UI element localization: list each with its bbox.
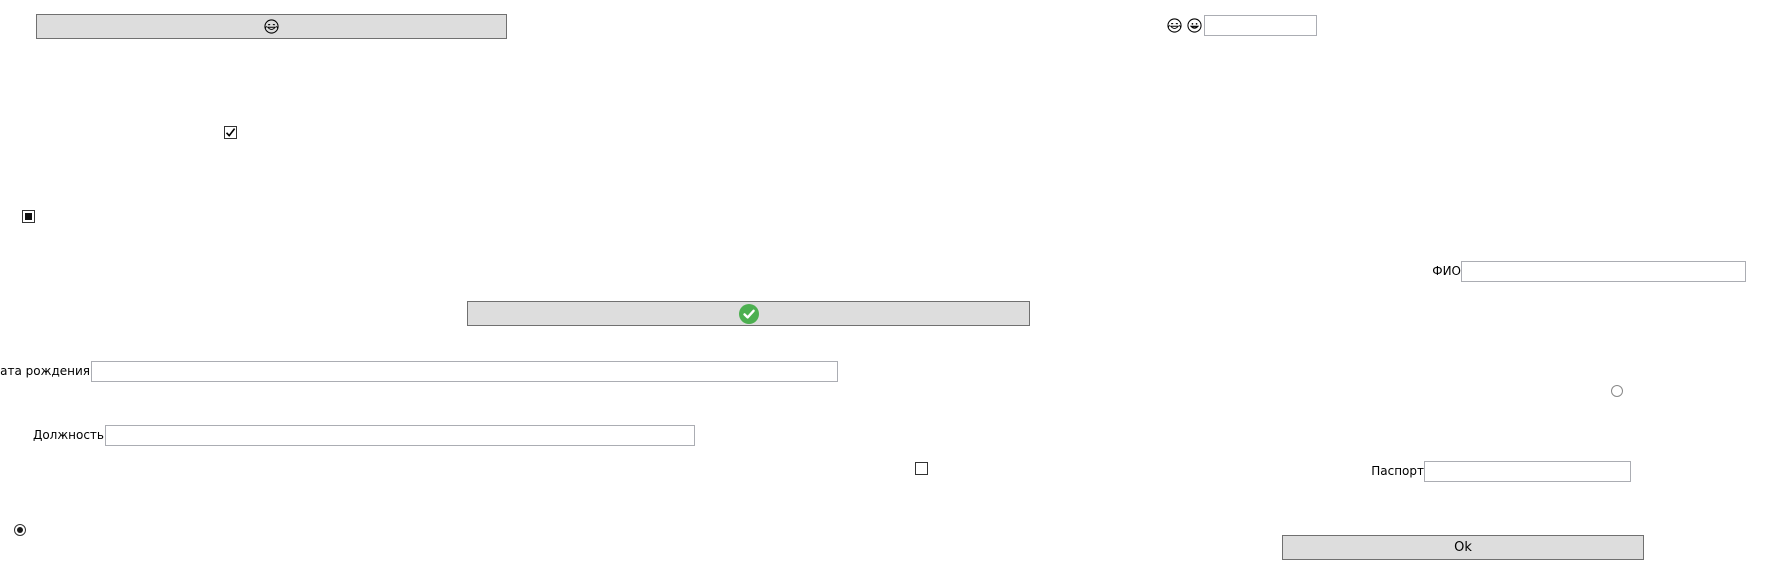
birth-date-field[interactable]	[91, 361, 838, 382]
grinning-face-with-tears-icon	[1167, 18, 1182, 33]
checkbox-indeterminate[interactable]	[22, 210, 35, 223]
fio-label: ФИО	[1432, 264, 1461, 278]
green-check-circle-icon	[738, 303, 759, 324]
passport-label: Паспорт	[1371, 464, 1424, 478]
checkmark-icon	[225, 128, 236, 137]
position-label: Должность	[32, 428, 104, 442]
confirm-button[interactable]	[467, 301, 1030, 326]
radio-dot	[17, 527, 23, 533]
birth-date-label: Дата рождения	[0, 364, 90, 378]
app-window: ФИО Дата рождения Должность Паспорт Ok	[0, 0, 1785, 568]
radio-selected[interactable]	[14, 524, 26, 536]
emoji-button[interactable]	[36, 14, 507, 39]
grinning-face-icon	[1187, 18, 1202, 33]
fio-field[interactable]	[1461, 261, 1746, 282]
grinning-face-with-tears-icon	[264, 19, 279, 34]
ok-button[interactable]: Ok	[1282, 535, 1644, 560]
checkbox-checked[interactable]	[224, 126, 237, 139]
ok-button-label: Ok	[1454, 540, 1472, 555]
position-field[interactable]	[105, 425, 695, 446]
radio-unselected[interactable]	[1611, 385, 1623, 397]
indeterminate-mark	[25, 213, 32, 220]
emoji-text-field[interactable]	[1204, 15, 1317, 36]
checkbox-unchecked[interactable]	[915, 462, 928, 475]
passport-field[interactable]	[1424, 461, 1631, 482]
